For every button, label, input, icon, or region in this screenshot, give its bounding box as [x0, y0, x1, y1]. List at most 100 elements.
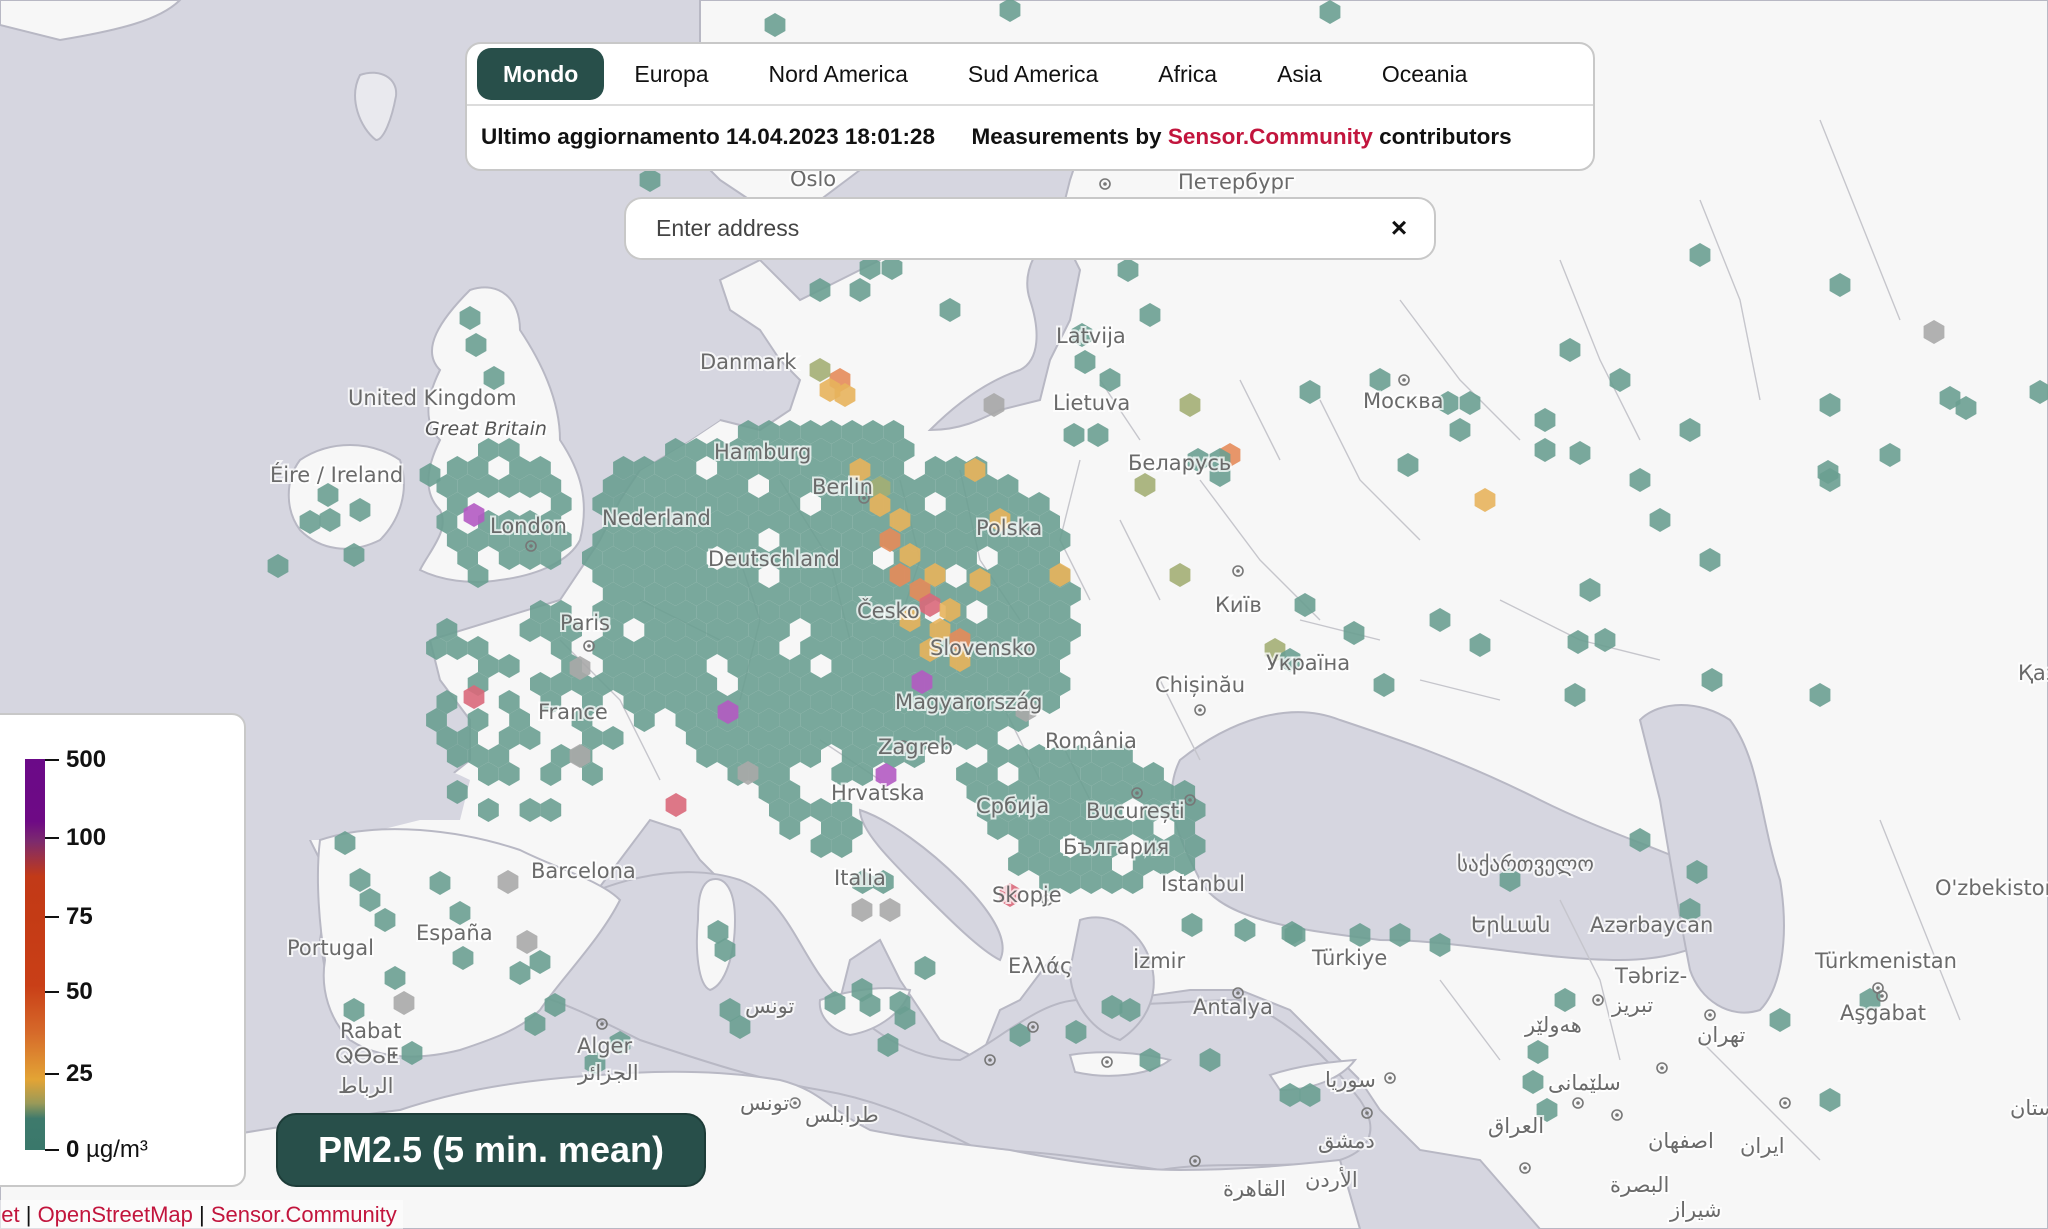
sensor-hex[interactable] — [267, 554, 289, 578]
legend-label-500: 500 — [66, 746, 107, 773]
map-place-label: Hrvatska — [831, 781, 925, 805]
map-place-label: Երևան — [1471, 913, 1551, 937]
map-place-label: Ελλάς — [1008, 954, 1072, 978]
map-place-label: ایران — [1740, 1134, 1785, 1158]
map-canvas[interactable]: Oslo Петербург Danmark Latvija United Kingdo… — [0, 0, 2048, 1229]
map-place-label: Москва — [1363, 389, 1443, 413]
map-place-label: الأردن — [1305, 1167, 1358, 1192]
city-marker-center — [1615, 1113, 1619, 1117]
map-place-label: سلێمانی — [1548, 1071, 1621, 1095]
map-place-label: Deutschland — [708, 547, 840, 571]
land-ireland — [287, 444, 405, 550]
map-place-label: España — [416, 921, 493, 945]
measurements-prefix: Measurements by — [971, 124, 1162, 149]
map-place-label: Türkiye — [1311, 946, 1387, 970]
map-place-label: Təbriz- — [1614, 964, 1687, 988]
city-marker-center — [1105, 1060, 1109, 1064]
city-marker-center — [1236, 569, 1240, 573]
land-faroe — [354, 71, 398, 142]
city-marker-center — [1365, 1111, 1369, 1115]
map-place-label: Slovensko — [930, 636, 1036, 660]
map-place-label: Србија — [976, 794, 1049, 818]
city-marker-center — [1103, 182, 1107, 186]
legend-tick — [45, 991, 59, 993]
map-place-label: Aşgabat — [1840, 1001, 1926, 1025]
legend-tick — [45, 759, 59, 761]
city-marker-center — [1523, 1166, 1527, 1170]
map-place-label: Беларусь — [1128, 451, 1231, 475]
address-input[interactable] — [656, 199, 1356, 258]
metric-selector-button[interactable]: PM2.5 (5 min. mean) — [276, 1113, 706, 1187]
map-place-label: Zagreb — [878, 735, 953, 759]
city-marker-center — [1783, 1101, 1787, 1105]
legend-label-75: 75 — [66, 903, 93, 930]
map-place-label: საქართველო — [1457, 852, 1594, 876]
tab-asia[interactable]: Asia — [1247, 48, 1352, 100]
map-place-label: Петербург — [1178, 170, 1295, 194]
clear-search-button[interactable]: × — [1382, 211, 1416, 245]
measurements-suffix: contributors — [1379, 124, 1512, 149]
city-marker-center — [587, 644, 591, 648]
update-info: Ultimo aggiornamento 14.04.2023 18:01:28… — [467, 106, 1593, 169]
map-place-label: طرابلس — [805, 1103, 879, 1127]
legend-tick — [45, 837, 59, 839]
city-marker-center — [1596, 998, 1600, 1002]
map-place-label: Éire / Ireland — [270, 462, 403, 487]
city-marker-center — [988, 1058, 992, 1062]
map-place-label: Lietuva — [1053, 391, 1130, 415]
map-place-label: Paris — [560, 611, 610, 635]
sensor-community-link[interactable]: Sensor.Community — [1168, 124, 1373, 149]
openstreetmap-link[interactable]: OpenStreetMap — [38, 1202, 193, 1227]
attribution-separator: | — [25, 1202, 32, 1227]
legend-zero-value: 0 — [66, 1136, 80, 1163]
map-place-label: България — [1063, 835, 1169, 859]
legend-label-50: 50 — [66, 978, 93, 1005]
map-place-label: Київ — [1215, 593, 1262, 617]
tab-africa[interactable]: Africa — [1128, 48, 1247, 100]
tab-nord-america[interactable]: Nord America — [739, 48, 938, 100]
region-panel: Mondo Europa Nord America Sud America Af… — [465, 42, 1595, 171]
map-place-label: France — [538, 700, 608, 724]
map-place-label: دمشق — [1318, 1129, 1375, 1153]
map-place-label: البصرة — [1610, 1173, 1669, 1197]
map-place-label: تهران — [1697, 1023, 1746, 1047]
attribution-separator: | — [199, 1202, 205, 1227]
map-place-label: Danmark — [700, 350, 797, 374]
leaflet-link[interactable]: aflet — [0, 1202, 20, 1227]
city-marker-center — [1388, 1076, 1392, 1080]
map-place-label: Italia — [834, 866, 886, 890]
map-place-label: Україна — [1266, 651, 1350, 675]
city-marker-center — [1135, 791, 1139, 795]
map-place-label: Magyarország — [895, 690, 1042, 714]
map-place-label: القاهرة — [1223, 1177, 1286, 1201]
sensor-community-attribution-link[interactable]: Sensor.Community — [211, 1202, 397, 1227]
map-place-label: العراق — [1488, 1114, 1544, 1138]
map-place-label: London — [490, 514, 567, 538]
map-layer[interactable]: Oslo ПетербургDanmarkLatvijaUnited Kingdo… — [0, 0, 2048, 1229]
tab-oceania[interactable]: Oceania — [1352, 48, 1498, 100]
last-update-value: 14.04.2023 18:01:28 — [726, 124, 935, 149]
map-place-label: Rabat — [340, 1019, 401, 1043]
tab-mondo[interactable]: Mondo — [477, 48, 605, 100]
map-place-label: Barcelona — [531, 859, 636, 883]
map-place-label: İzmir — [1133, 948, 1186, 973]
city-marker-center — [1031, 1025, 1035, 1029]
map-place-label: شیراز — [1669, 1198, 1722, 1222]
city-marker-center — [1402, 378, 1406, 382]
map-place-label: تبریز — [1611, 993, 1653, 1017]
map-place-label: ستان — [2010, 1096, 2048, 1120]
map-place-label: Latvija — [1056, 324, 1126, 348]
city-marker-center — [600, 1022, 604, 1026]
map-place-label: سوريا — [1325, 1068, 1376, 1092]
tab-sud-america[interactable]: Sud America — [938, 48, 1128, 100]
legend-tick — [45, 916, 59, 918]
map-place-label: Istanbul — [1161, 872, 1245, 896]
close-icon: × — [1390, 212, 1408, 243]
city-marker-center — [1198, 708, 1202, 712]
tab-europa[interactable]: Europa — [604, 48, 738, 100]
map-place-label: Alger — [577, 1034, 632, 1058]
map-place-label: Berlin — [812, 475, 873, 499]
map-place-label: Great Britain — [425, 418, 547, 440]
map-place-label: București — [1086, 799, 1185, 823]
sensor-hex[interactable] — [639, 168, 661, 192]
